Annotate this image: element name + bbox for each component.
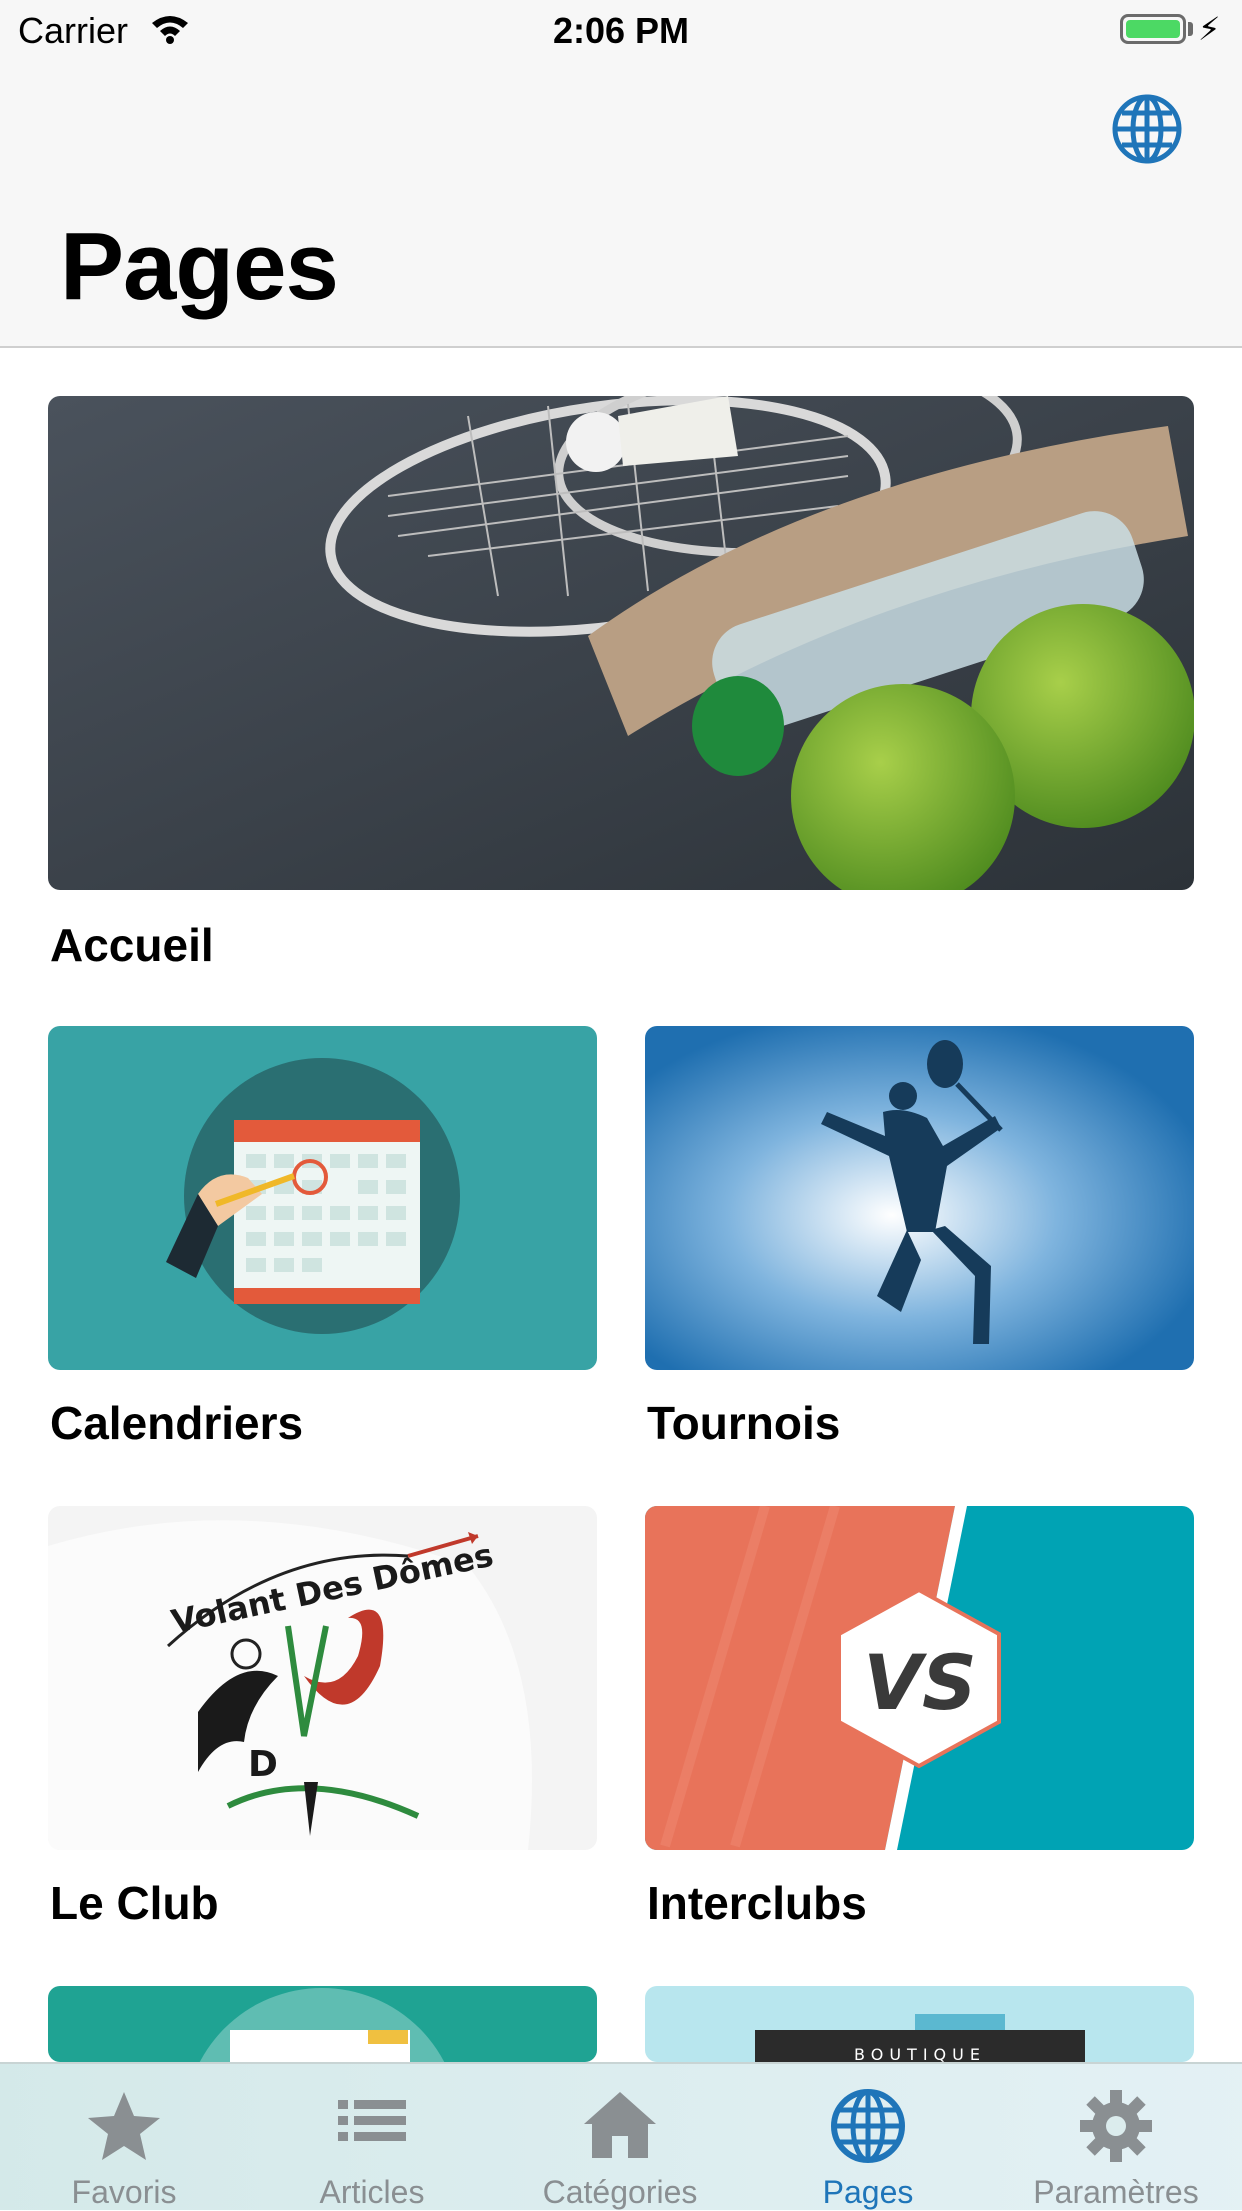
- badminton-still-life-image: [48, 396, 1194, 890]
- boutique-illustration-image: BOUTIQUE: [645, 1986, 1194, 2062]
- globe-icon[interactable]: [1110, 92, 1184, 166]
- page-card-tournois[interactable]: Tournois: [645, 1026, 1194, 1449]
- page-card-label: Le Club: [50, 1877, 219, 1929]
- page-card-accueil[interactable]: Accueil: [48, 396, 1194, 976]
- badminton-player-silhouette-image: [645, 1026, 1194, 1370]
- document-illustration-image: [48, 1986, 597, 2062]
- page-card-boutique[interactable]: BOUTIQUE: [645, 1986, 1194, 2062]
- charging-icon: ⚡: [1198, 11, 1221, 47]
- tab-bar: Favoris Articles Catégories Pages Paramè…: [0, 2062, 1242, 2210]
- tab-pages[interactable]: Pages: [744, 2064, 992, 2210]
- battery-icon: [1120, 14, 1186, 44]
- tab-label: Pages: [822, 2174, 914, 2210]
- tab-label: Articles: [319, 2174, 425, 2210]
- tab-label: Catégories: [542, 2174, 698, 2210]
- star-icon: [88, 2092, 160, 2160]
- page-card-label: Calendriers: [50, 1397, 304, 1449]
- clock: 2:06 PM: [552, 10, 690, 51]
- tab-label: Favoris: [71, 2174, 177, 2210]
- boutique-sign: BOUTIQUE: [854, 2045, 986, 2062]
- gear-icon: [1080, 2090, 1152, 2162]
- page-card-le-club[interactable]: D Volant Des Dômes Le Club: [48, 1506, 597, 1929]
- list-icon: [338, 2100, 406, 2141]
- page-card-label: Accueil: [50, 919, 214, 971]
- page-card-calendriers[interactable]: Calendriers: [48, 1026, 597, 1449]
- page-title: Pages: [60, 213, 339, 320]
- navigation-bar: Pages: [0, 62, 1242, 348]
- page-card-interclubs[interactable]: VS Interclubs: [645, 1506, 1194, 1929]
- tab-label: Paramètres: [1033, 2174, 1199, 2210]
- house-icon: [584, 2092, 656, 2158]
- page-card-document[interactable]: [48, 1986, 597, 2062]
- calendar-illustration-image: [48, 1026, 597, 1370]
- svg-text:D: D: [248, 1744, 278, 1785]
- tab-parametres[interactable]: Paramètres: [992, 2064, 1240, 2210]
- tab-categories[interactable]: Catégories: [496, 2064, 744, 2210]
- vs-label: VS: [863, 1638, 977, 1727]
- page-card-label: Interclubs: [647, 1877, 867, 1929]
- globe-icon: [831, 2089, 905, 2163]
- battery-tip: [1188, 22, 1193, 36]
- tab-favoris[interactable]: Favoris: [0, 2064, 248, 2210]
- status-bar: Carrier 2:06 PM ⚡: [0, 0, 1242, 62]
- tab-articles[interactable]: Articles: [248, 2064, 496, 2210]
- page-card-label: Tournois: [647, 1397, 841, 1449]
